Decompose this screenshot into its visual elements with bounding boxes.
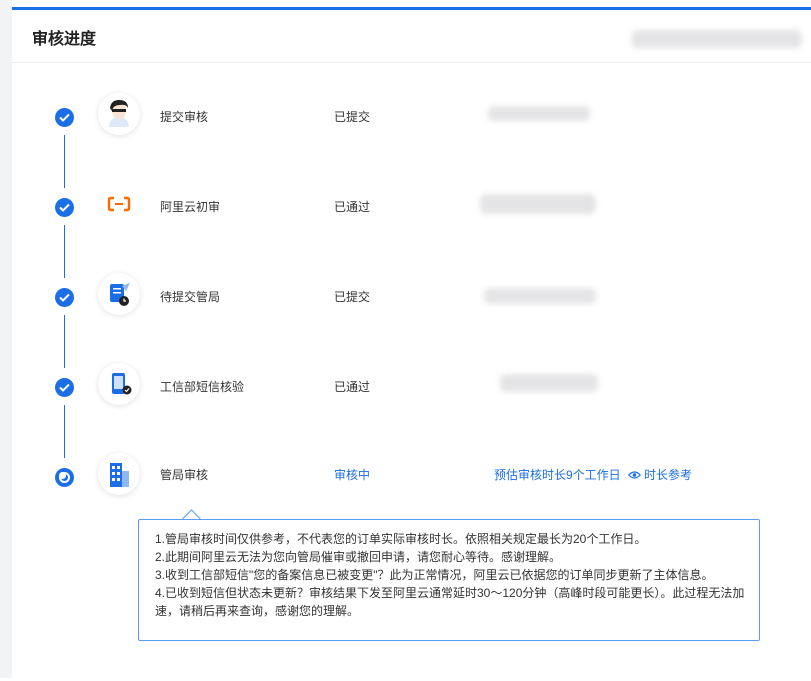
step-status: 已提交 — [334, 110, 371, 124]
aliyun-logo-icon — [98, 183, 140, 225]
step-name: 提交审核 — [160, 110, 209, 124]
step-status: 审核中 — [334, 468, 371, 482]
progress-line — [64, 225, 65, 278]
step-current-indicator — [55, 468, 74, 487]
step-name: 管局审核 — [160, 468, 209, 482]
estimated-duration: 预估审核时长9个工作日 — [494, 468, 621, 482]
duration-reference-label: 时长参考 — [644, 468, 693, 482]
note-line: 4.已收到短信但状态未更新？审核结果下发至阿里云通常延时30～120分钟（高峰时… — [155, 586, 745, 618]
redacted-timestamp — [488, 106, 590, 121]
phone-sms-icon — [98, 363, 140, 405]
progress-line — [64, 405, 65, 458]
building-icon — [98, 453, 140, 495]
step-name: 工信部短信核验 — [160, 380, 245, 394]
step-name: 阿里云初审 — [160, 200, 221, 214]
step-done-indicator — [55, 378, 74, 397]
step-done-indicator — [55, 288, 74, 307]
avatar-icon — [98, 93, 140, 135]
eye-icon — [628, 470, 641, 479]
step-done-indicator — [55, 198, 74, 217]
page-title: 审核进度 — [32, 31, 97, 48]
step-name: 待提交管局 — [160, 290, 221, 304]
left-gutter — [0, 0, 12, 678]
redacted-timestamp — [484, 288, 596, 304]
step-done-indicator — [55, 108, 74, 127]
redacted-timestamp — [500, 374, 598, 392]
step-status: 已通过 — [334, 380, 371, 394]
note-line: 1.管局审核时间仅供参考，不代表您的订单实际审核时长。依照相关规定最长为20个工… — [155, 532, 647, 546]
progress-line — [64, 315, 65, 368]
step-status: 已提交 — [334, 290, 371, 304]
review-progress-card: 审核进度 提交审核 已提交 阿里云初审 已通过 待提交管局 已提交 工信部短信核… — [12, 7, 811, 681]
progress-line — [64, 135, 65, 188]
step-status: 已通过 — [334, 200, 371, 214]
duration-reference-link[interactable]: 时长参考 — [628, 466, 692, 483]
note-line: 2.此期间阿里云无法为您向管局催审或撤回申请，请您耐心等待。感谢理解。 — [155, 550, 562, 564]
redacted-timestamp — [480, 194, 596, 214]
card-header: 审核进度 — [12, 10, 811, 63]
redacted-account-info — [632, 30, 802, 48]
note-line: 3.收到工信部短信"您的备案信息已被变更"？此为正常情况，阿里云已依据您的订单同… — [155, 568, 714, 582]
review-notes-box: 1.管局审核时间仅供参考，不代表您的订单实际审核时长。依照相关规定最长为20个工… — [138, 519, 760, 641]
document-clock-icon — [98, 273, 140, 315]
